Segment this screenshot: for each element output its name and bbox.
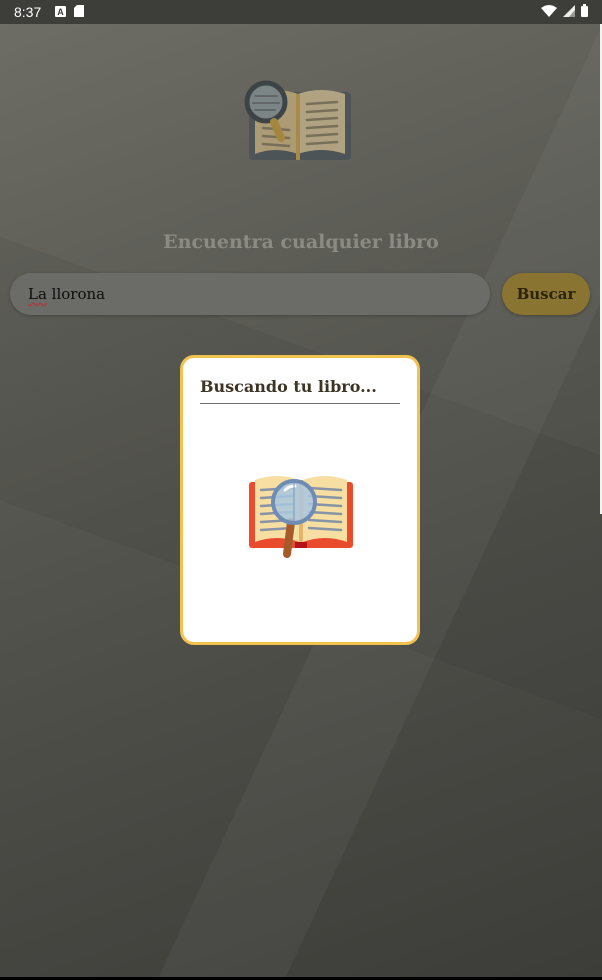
- dialog-divider: [200, 403, 400, 404]
- status-icons: [541, 4, 588, 20]
- signal-icon: [563, 4, 575, 20]
- search-button[interactable]: Buscar: [502, 273, 590, 315]
- status-time: 8:37: [14, 4, 42, 20]
- search-input-text-misspelled: La: [28, 285, 47, 303]
- svg-text:A: A: [58, 7, 65, 17]
- wifi-icon: [541, 4, 557, 20]
- status-bar: 8:37 A: [0, 0, 602, 24]
- book-search-icon: [241, 78, 355, 164]
- loading-dialog: Buscando tu libro...: [180, 355, 420, 645]
- search-input[interactable]: La llorona: [10, 273, 490, 315]
- a-notification-icon: A: [55, 4, 67, 20]
- page-title: Encuentra cualquier libro: [163, 231, 439, 253]
- sd-card-icon: [74, 4, 85, 20]
- battery-icon: [581, 4, 588, 20]
- search-input-text: llorona: [46, 285, 106, 303]
- dialog-title: Buscando tu libro...: [200, 377, 377, 396]
- book-magnifier-icon: [249, 472, 353, 562]
